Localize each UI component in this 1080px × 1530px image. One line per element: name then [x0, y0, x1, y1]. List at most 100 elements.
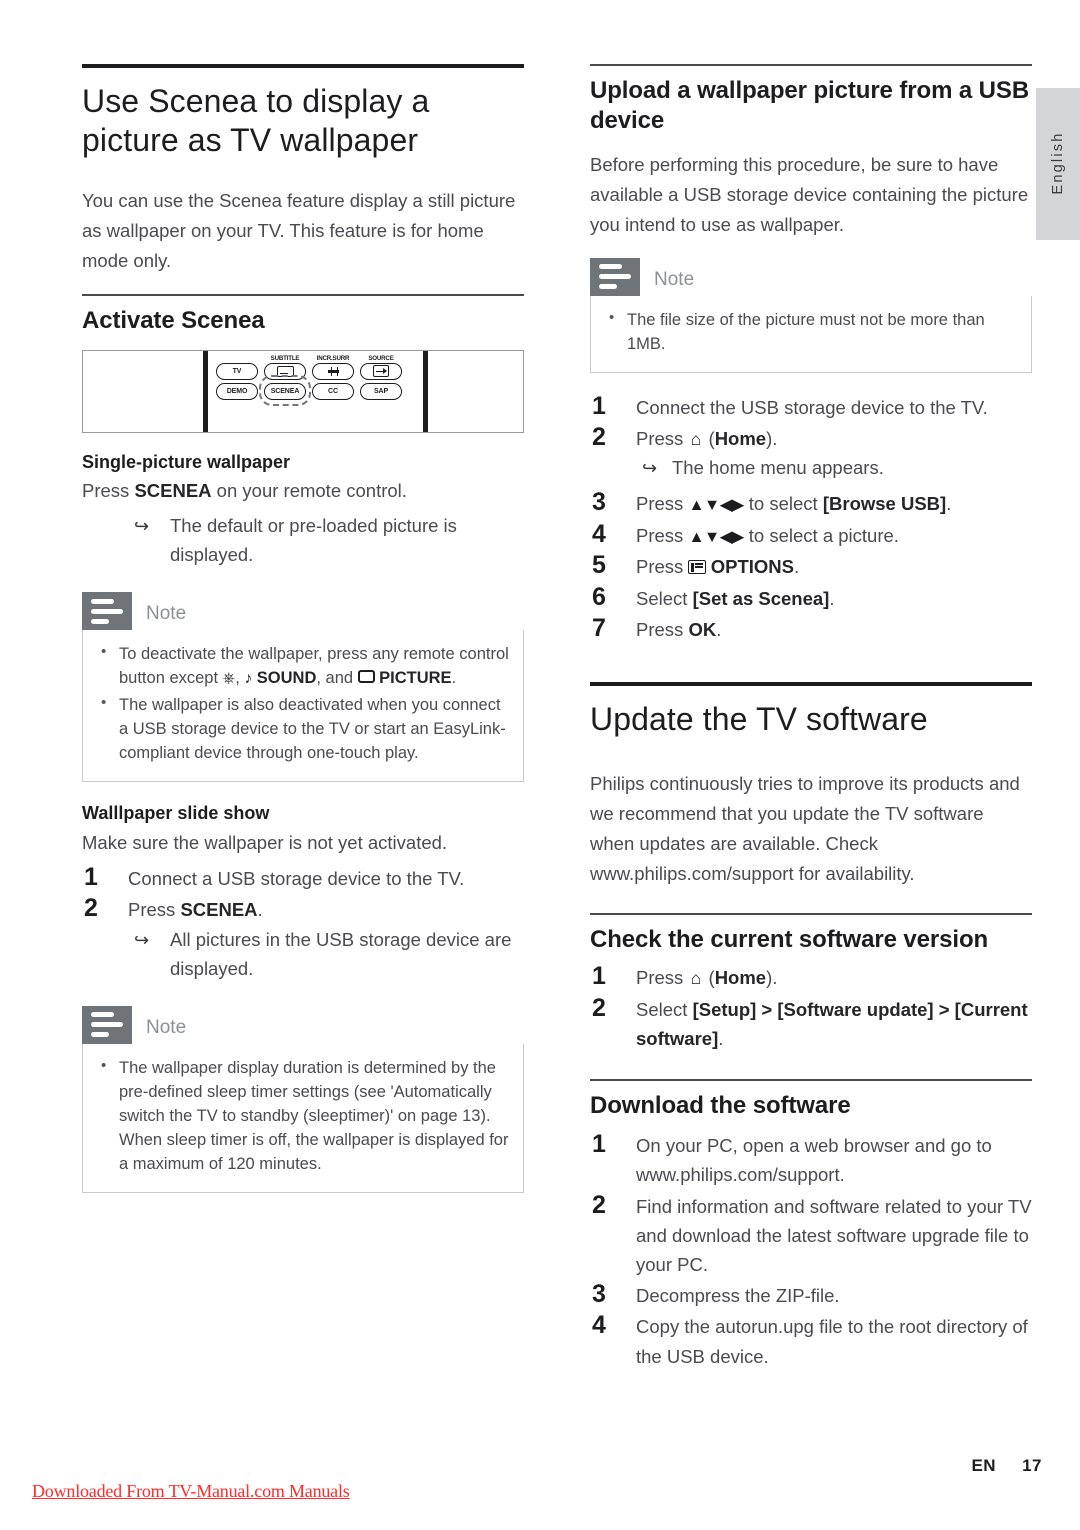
result-arrow-icon: ↪ [134, 516, 150, 537]
heading-check-software-version: Check the current software version [590, 925, 989, 953]
upload-step2-result-text: The home menu appears. [672, 457, 884, 479]
step-text-post: . [716, 618, 722, 640]
heading-upload-wallpaper: Upload a wallpaper picture from a USB de… [590, 77, 1030, 134]
options-icon [688, 560, 706, 575]
step-item: 2 Find information and software related … [590, 1190, 1032, 1280]
step-text-pre: Press [636, 428, 689, 450]
note-header: Note [82, 592, 524, 631]
step-text-key: SCENEA [180, 898, 258, 920]
step-text-post: . [257, 898, 263, 920]
heading-activate-scenea: Activate Scenea [82, 306, 265, 334]
step-text-key: OK [688, 618, 717, 640]
step-number: 1 [592, 392, 606, 421]
note-bullet-list: The file size of the picture must not be… [601, 307, 1017, 356]
step-number: 1 [592, 1130, 606, 1159]
step-item: 2 Press SCENEA. [82, 894, 524, 924]
step-item: 3 Press ▲▼◀▶ to select [Browse USB]. [590, 487, 1032, 519]
remote-button-cc: CC [312, 382, 354, 400]
page-footer-number: EN 17 [971, 1456, 1042, 1476]
remote-edge-left [203, 350, 208, 432]
note-box-filesize: Note The file size of the picture must n… [590, 257, 1032, 374]
step-item: 1 On your PC, open a web browser and go … [590, 1130, 1032, 1189]
music-note-icon: ♪ [244, 670, 253, 688]
remote-button-incr-surr [312, 362, 354, 380]
remote-key-incr-surr: INCR.SURR [312, 354, 354, 380]
single-picture-instruction-key: SCENEA [134, 480, 212, 502]
step-text-pre: Press [636, 556, 689, 578]
step-number: 1 [592, 961, 606, 990]
remote-row-bottom: DEMO SCENEA CC SAP [216, 374, 416, 406]
note-label: Note [146, 603, 187, 625]
left-column: Use Scenea to display a picture as TV wa… [82, 64, 524, 1213]
step-number: 6 [592, 582, 606, 611]
step-text-mid: ( [703, 966, 715, 988]
subtitle-icon [276, 365, 294, 377]
update-software-chapter: Update the TV software Philips continuou… [590, 682, 1032, 1371]
section-rule-activate [82, 293, 524, 296]
note-bullet-bold-sound: SOUND [256, 669, 317, 688]
remote-key-source: SOURCE [360, 354, 402, 380]
step-item: 5 Press OPTIONS. [590, 551, 1032, 581]
step-text-mid: to select a picture. [743, 524, 899, 546]
step-text-key: [Browse USB] [822, 492, 947, 514]
step-text: Copy the autorun.upg file to the root di… [636, 1316, 1028, 1367]
watermark-link[interactable]: Downloaded From TV-Manual.com Manuals [32, 1481, 350, 1502]
chapter-rule [82, 64, 524, 68]
note-bullet-part3: , and [316, 669, 358, 688]
step-text-pre: Press [128, 898, 181, 920]
step-text-pre: Select [636, 998, 693, 1020]
note-body: The file size of the picture must not be… [590, 295, 1032, 374]
step-item: 1 Connect the USB storage device to the … [590, 392, 1032, 422]
note-label: Note [146, 1016, 187, 1038]
heading-single-picture-wallpaper: Single-picture wallpaper [82, 451, 291, 472]
remote-button-demo: DEMO [216, 382, 258, 400]
step-item: 2 Press ⌂ (Home). ↪ The home menu appears… [590, 423, 1032, 483]
chapter-rule [590, 682, 1032, 686]
remote-caption-subtitle: SUBTITLE [270, 354, 300, 362]
note-icon [590, 257, 640, 296]
step-text-mid: ( [703, 428, 715, 450]
remote-caption-incr-surr: INCR.SURR [316, 354, 350, 362]
section-rule-upload [590, 64, 1032, 66]
single-picture-instruction-post: on your remote control. [211, 480, 407, 502]
language-tab-label: English [1050, 131, 1066, 195]
step-item: 7 Press OK. [590, 614, 1032, 644]
manual-page: English Use Scenea to display a picture … [0, 0, 1080, 1530]
note-header: Note [82, 1005, 524, 1044]
remote-button-subtitle [264, 362, 306, 380]
remote-edge-right [423, 350, 428, 432]
step-text-key: OPTIONS [710, 556, 794, 578]
note-bullet-bold-picture: PICTURE [379, 669, 452, 688]
home-icon: ⌂ [690, 967, 702, 988]
step-text-key: Home [714, 966, 767, 988]
footer-page-number: 17 [1022, 1456, 1042, 1475]
step-text-post: . [718, 1027, 724, 1049]
note-bullet-list: The wallpaper display duration is determ… [93, 1055, 509, 1176]
step-text-pre: Select [636, 587, 693, 609]
note-bullet-list: To deactivate the wallpaper, press any r… [93, 641, 509, 765]
step-text-post: ). [766, 428, 778, 450]
step-text: On your PC, open a web browser and go to… [636, 1135, 992, 1186]
upload-step2-result: ↪ The home menu appears. [636, 454, 1032, 483]
check-version-steps: 1 Press ⌂ (Home). 2 Select [Setup] > [So… [590, 961, 1032, 1053]
step-text-post: ). [766, 966, 778, 988]
slide-show-steps: 1 Connect a USB storage device to the TV… [82, 863, 524, 924]
upload-steps: 1 Connect the USB storage device to the … [590, 392, 1032, 644]
step-number: 2 [592, 1190, 606, 1219]
step-text: Connect a USB storage device to the TV. [128, 867, 465, 889]
source-icon [373, 365, 389, 378]
step-item: 3 Decompress the ZIP-file. [590, 1280, 1032, 1310]
heading-wallpaper-slide-show: Walllpaper slide show [82, 803, 270, 824]
step-number: 2 [592, 423, 606, 452]
remote-key-subtitle: SUBTITLE [264, 354, 306, 380]
note-box-deactivate: Note To deactivate the wallpaper, press … [82, 592, 524, 783]
step-number: 3 [592, 487, 606, 516]
step-text-key: [Setup] > [Software update] > [Current s… [636, 998, 1028, 1049]
step-item: 4 Copy the autorun.upg file to the root … [590, 1311, 1032, 1370]
note-bullet-item: To deactivate the wallpaper, press any r… [93, 641, 509, 691]
page-title: Use Scenea to display a picture as TV wa… [82, 83, 430, 159]
step-text-post: . [794, 556, 800, 578]
note-box-duration: Note The wallpaper display duration is d… [82, 1005, 524, 1194]
section-rule-download [590, 1079, 1032, 1082]
step-text-pre: Press [636, 618, 689, 640]
